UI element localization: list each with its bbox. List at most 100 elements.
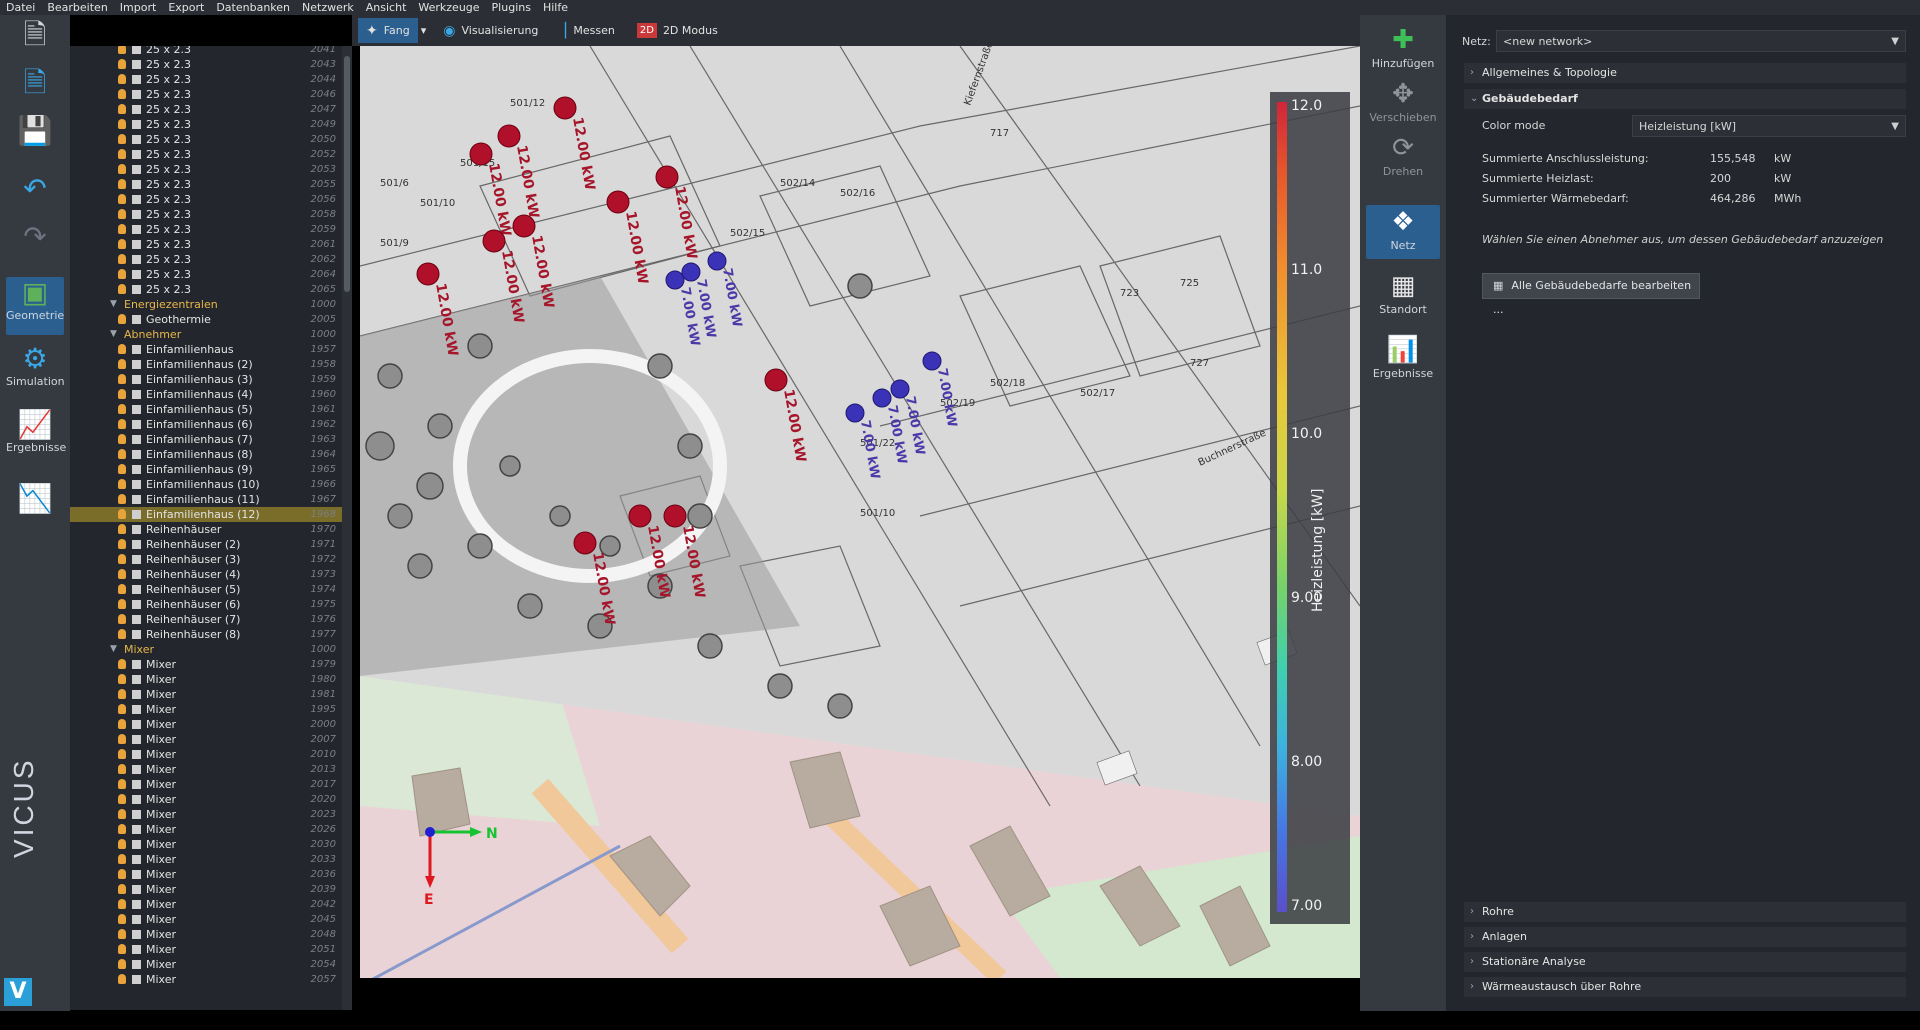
- bulb-icon[interactable]: [118, 539, 126, 549]
- visibility-box-icon[interactable]: [132, 255, 141, 264]
- visibility-box-icon[interactable]: [132, 705, 141, 714]
- visibility-box-icon[interactable]: [132, 510, 141, 519]
- sidebar-item-ergebnisse[interactable]: 📈 Ergebnisse: [6, 409, 66, 467]
- bulb-icon[interactable]: [118, 704, 126, 714]
- menu-ansicht[interactable]: Ansicht: [360, 0, 413, 15]
- tree-item[interactable]: Mixer 2020: [70, 792, 342, 807]
- consumer-marker-red[interactable]: [655, 165, 679, 189]
- visibility-box-icon[interactable]: [132, 90, 141, 99]
- visibility-box-icon[interactable]: [132, 360, 141, 369]
- section-allgemeines[interactable]: › Allgemeines & Topologie: [1464, 63, 1906, 83]
- visibility-box-icon[interactable]: [132, 225, 141, 234]
- bulb-icon[interactable]: [118, 899, 126, 909]
- bulb-icon[interactable]: [118, 749, 126, 759]
- bulb-icon[interactable]: [118, 74, 126, 84]
- consumer-marker-blue[interactable]: [665, 270, 685, 290]
- tree-item[interactable]: Mixer 2033: [70, 852, 342, 867]
- visualisierung-button[interactable]: ◉ Visualisierung: [435, 18, 546, 43]
- tree-group[interactable]: ▼ Mixer 1000: [70, 642, 342, 657]
- visibility-box-icon[interactable]: [132, 435, 141, 444]
- tree-item[interactable]: Mixer 1995: [70, 702, 342, 717]
- visibility-box-icon[interactable]: [132, 270, 141, 279]
- tree-item[interactable]: 25 x 2.3 2055: [70, 177, 342, 192]
- tree-item[interactable]: 25 x 2.3 2043: [70, 57, 342, 72]
- bulb-icon[interactable]: [118, 884, 126, 894]
- visibility-box-icon[interactable]: [132, 720, 141, 729]
- bulb-icon[interactable]: [118, 224, 126, 234]
- visibility-box-icon[interactable]: [132, 75, 141, 84]
- tree-item[interactable]: Mixer 2048: [70, 927, 342, 942]
- tree-item[interactable]: Mixer 2026: [70, 822, 342, 837]
- visibility-box-icon[interactable]: [132, 480, 141, 489]
- visibility-box-icon[interactable]: [132, 450, 141, 459]
- tree-item[interactable]: Reihenhäuser 1970: [70, 522, 342, 537]
- bulb-icon[interactable]: [118, 824, 126, 834]
- bulb-icon[interactable]: [118, 314, 126, 324]
- tree-item[interactable]: Mixer 2023: [70, 807, 342, 822]
- bulb-icon[interactable]: [118, 974, 126, 984]
- tree-item[interactable]: Mixer 2039: [70, 882, 342, 897]
- consumer-marker-red[interactable]: [764, 368, 788, 392]
- sidebar-item-geometrie[interactable]: ▣ Geometrie: [6, 277, 64, 335]
- tree-group[interactable]: ▼ Abnehmer 1000: [70, 327, 342, 342]
- visibility-box-icon[interactable]: [132, 555, 141, 564]
- tree-item[interactable]: Mixer 2051: [70, 942, 342, 957]
- tree-item[interactable]: Mixer 2036: [70, 867, 342, 882]
- export-results-button[interactable]: 📉: [6, 483, 64, 515]
- tree-item[interactable]: Einfamilienhaus (12) 1968: [70, 507, 342, 522]
- menu-datei[interactable]: Datei: [0, 0, 41, 15]
- tree-item[interactable]: Reihenhäuser (5) 1974: [70, 582, 342, 597]
- tree-item[interactable]: Reihenhäuser (2) 1971: [70, 537, 342, 552]
- consumer-marker-blue[interactable]: [845, 403, 865, 423]
- chevron-down-icon[interactable]: ▼: [110, 297, 117, 312]
- visibility-box-icon[interactable]: [132, 630, 141, 639]
- visibility-box-icon[interactable]: [132, 195, 141, 204]
- visibility-box-icon[interactable]: [132, 345, 141, 354]
- visibility-box-icon[interactable]: [132, 855, 141, 864]
- visibility-box-icon[interactable]: [132, 780, 141, 789]
- bulb-icon[interactable]: [118, 134, 126, 144]
- bulb-icon[interactable]: [118, 284, 126, 294]
- open-file-button[interactable]: 🗎: [6, 67, 64, 99]
- visibility-box-icon[interactable]: [132, 810, 141, 819]
- bulb-icon[interactable]: [118, 569, 126, 579]
- visibility-box-icon[interactable]: [132, 285, 141, 294]
- bulb-icon[interactable]: [118, 89, 126, 99]
- tree-item[interactable]: Mixer 1980: [70, 672, 342, 687]
- visibility-box-icon[interactable]: [132, 150, 141, 159]
- bulb-icon[interactable]: [118, 809, 126, 819]
- redo-button[interactable]: ↷: [6, 221, 64, 253]
- tree-item[interactable]: Einfamilienhaus (6) 1962: [70, 417, 342, 432]
- visibility-box-icon[interactable]: [132, 390, 141, 399]
- standort-button[interactable]: ▦ Standort: [1366, 269, 1440, 323]
- bulb-icon[interactable]: [118, 674, 126, 684]
- bulb-icon[interactable]: [118, 914, 126, 924]
- consumer-marker-blue[interactable]: [681, 262, 701, 282]
- network-select[interactable]: <new network> ▼: [1496, 30, 1906, 52]
- undo-button[interactable]: ↶: [6, 173, 64, 205]
- bulb-icon[interactable]: [118, 149, 126, 159]
- consumer-marker-blue[interactable]: [707, 251, 727, 271]
- tree-item[interactable]: Mixer 2007: [70, 732, 342, 747]
- tree-item[interactable]: Geothermie 2005: [70, 312, 342, 327]
- bulb-icon[interactable]: [118, 764, 126, 774]
- visibility-box-icon[interactable]: [132, 660, 141, 669]
- bulb-icon[interactable]: [118, 434, 126, 444]
- tree-scrollbar[interactable]: [342, 46, 352, 1010]
- snap-button[interactable]: ✦ Fang: [358, 18, 418, 43]
- visibility-box-icon[interactable]: [132, 375, 141, 384]
- bulb-icon[interactable]: [118, 119, 126, 129]
- section-waermeaustausch[interactable]: › Wärmeaustausch über Rohre: [1464, 977, 1906, 997]
- bulb-icon[interactable]: [118, 104, 126, 114]
- bulb-icon[interactable]: [118, 374, 126, 384]
- visibility-box-icon[interactable]: [132, 495, 141, 504]
- visibility-box-icon[interactable]: [132, 465, 141, 474]
- bulb-icon[interactable]: [118, 179, 126, 189]
- visibility-box-icon[interactable]: [132, 525, 141, 534]
- tree-item[interactable]: Einfamilienhaus (10) 1966: [70, 477, 342, 492]
- visibility-box-icon[interactable]: [132, 675, 141, 684]
- consumer-marker-blue[interactable]: [922, 351, 942, 371]
- visibility-box-icon[interactable]: [132, 840, 141, 849]
- bulb-icon[interactable]: [118, 404, 126, 414]
- bulb-icon[interactable]: [118, 629, 126, 639]
